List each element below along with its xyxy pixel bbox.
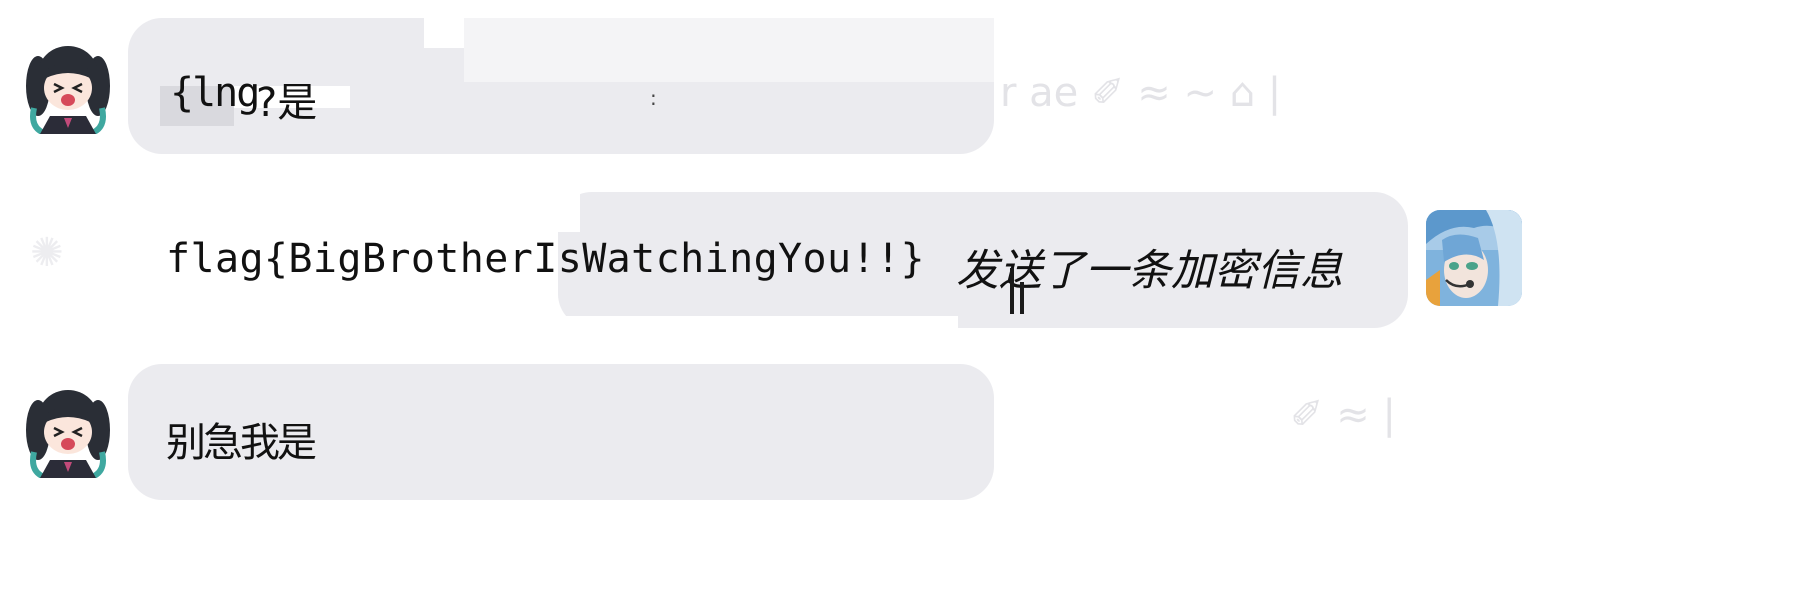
redaction-patch [540, 192, 580, 232]
stray-mark: : [650, 86, 657, 110]
avatar-girl-2[interactable] [20, 382, 116, 478]
redaction-patch [464, 18, 994, 82]
ghost-text: r ae ✐ ≈ ~ ⌂ | [1000, 70, 1282, 116]
message-text-2: 发送了一条加密信息 [956, 246, 1343, 296]
ghost-text: ✐ ≈ | [1290, 392, 1396, 438]
twintail-girl-avatar-icon [20, 38, 116, 134]
message-text-1-prefix: {lng [170, 70, 260, 116]
avatar-girl-1[interactable] [20, 38, 116, 134]
blue-hair-headset-avatar-icon [1426, 210, 1522, 306]
redaction-patch [558, 316, 958, 330]
text-cursor [1020, 282, 1024, 314]
text-cursor [1010, 268, 1014, 314]
message-text-3: 别急我是 [166, 420, 317, 466]
twintail-girl-avatar-icon [20, 382, 116, 478]
redaction-patch [424, 18, 464, 48]
avatar-bluehair[interactable] [1426, 210, 1522, 306]
flag-text: flag{BigBrotherIsWatchingYou!!} [166, 236, 925, 282]
message-text-1-suffix: ?是 [256, 80, 318, 126]
ghost-text: ✺ [30, 230, 64, 276]
